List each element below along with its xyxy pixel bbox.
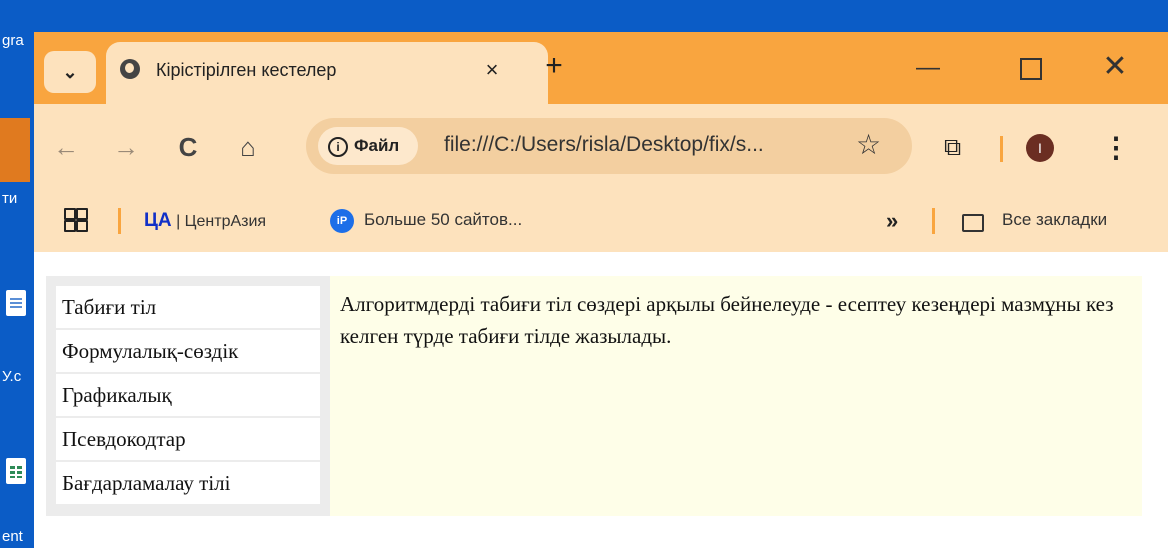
info-icon: i bbox=[328, 137, 348, 157]
bookmarks-divider bbox=[118, 208, 121, 234]
reload-button[interactable]: C bbox=[170, 129, 206, 165]
title-bar: ⌄ Кірістірілген кестелер × + — ✕ bbox=[34, 32, 1168, 104]
profile-avatar[interactable]: I bbox=[1026, 134, 1054, 162]
home-button[interactable]: ⌂ bbox=[230, 129, 266, 165]
apps-grid-icon[interactable] bbox=[64, 208, 88, 232]
globe-icon bbox=[120, 59, 140, 79]
site-chip-label: Файл bbox=[354, 136, 400, 155]
bookmarks-divider bbox=[932, 208, 935, 234]
browser-window: ⌄ Кірістірілген кестелер × + — ✕ ← → C ⌂… bbox=[34, 32, 1168, 548]
bookmark-label: | ЦентрАзия bbox=[176, 213, 267, 230]
chevron-down-icon: ⌄ bbox=[62, 61, 78, 82]
algorithm-type-menu: Табиғи тіл Формулалық-сөздік Графикалық … bbox=[46, 276, 330, 516]
bookmarks-bar: ЦА | ЦентрАзия iP Больше 50 сайтов... » … bbox=[34, 192, 1168, 252]
desktop-top-strip bbox=[34, 0, 1168, 10]
desktop-label: ти bbox=[2, 190, 18, 207]
tab-title: Кірістірілген кестелер bbox=[156, 60, 337, 80]
close-window-button[interactable]: ✕ bbox=[1100, 52, 1130, 82]
extensions-icon[interactable]: ⧉ bbox=[944, 134, 970, 161]
navigation-toolbar: ← → C ⌂ i Файл file:///C:/Users/risla/De… bbox=[34, 104, 1168, 192]
desktop-left-edge: gra ти У.с ent bbox=[0, 0, 34, 548]
folder-icon bbox=[962, 214, 984, 232]
menu-item[interactable]: Табиғи тіл bbox=[56, 286, 320, 328]
description-text: Алгоритмдерді табиғи тіл сөздері арқылы … bbox=[340, 292, 1114, 348]
address-bar[interactable]: i Файл file:///C:/Users/risla/Desktop/fi… bbox=[306, 118, 912, 174]
minimize-button[interactable]: — bbox=[910, 54, 946, 84]
toolbar-divider bbox=[1000, 136, 1003, 162]
menu-item[interactable]: Псевдокодтар bbox=[56, 418, 320, 460]
all-bookmarks-button[interactable]: Все закладки bbox=[1002, 210, 1107, 230]
tab-close-button[interactable]: × bbox=[478, 56, 506, 84]
menu-icon[interactable]: ⋮ bbox=[1102, 130, 1130, 166]
site-info-chip[interactable]: i Файл bbox=[318, 127, 418, 165]
desktop-label: ent bbox=[2, 528, 23, 545]
description-cell: Алгоритмдерді табиғи тіл сөздері арқылы … bbox=[330, 276, 1142, 516]
page-content: Табиғи тіл Формулалық-сөздік Графикалық … bbox=[34, 252, 1168, 548]
bookmark-50-sites[interactable]: Больше 50 сайтов... bbox=[364, 210, 522, 230]
maximize-button[interactable] bbox=[1020, 58, 1042, 80]
spreadsheet-icon[interactable] bbox=[6, 458, 26, 484]
menu-item[interactable]: Графикалық bbox=[56, 374, 320, 416]
bookmark-centrasia[interactable]: ЦА | ЦентрАзия bbox=[144, 210, 266, 232]
ip-logo-icon: iP bbox=[330, 209, 354, 233]
desktop-label: gra bbox=[2, 32, 24, 49]
new-tab-button[interactable]: + bbox=[540, 51, 568, 81]
tab-search-button[interactable]: ⌄ bbox=[44, 51, 96, 93]
menu-item[interactable]: Бағдарламалау тілі bbox=[56, 462, 320, 504]
menu-item[interactable]: Формулалық-сөздік bbox=[56, 330, 320, 372]
desktop-label: У.с bbox=[2, 368, 22, 385]
desktop-app-icon[interactable] bbox=[0, 118, 30, 182]
centrasia-logo-icon: ЦА bbox=[144, 210, 172, 231]
bookmarks-overflow-button[interactable]: » bbox=[886, 208, 898, 234]
url-text[interactable]: file:///C:/Users/risla/Desktop/fix/s... bbox=[444, 133, 764, 157]
tab-active[interactable]: Кірістірілген кестелер × bbox=[106, 42, 548, 104]
back-button[interactable]: ← bbox=[48, 129, 84, 165]
document-icon[interactable] bbox=[6, 290, 26, 316]
forward-button[interactable]: → bbox=[108, 129, 144, 165]
bookmark-star-icon[interactable]: ☆ bbox=[856, 128, 881, 161]
